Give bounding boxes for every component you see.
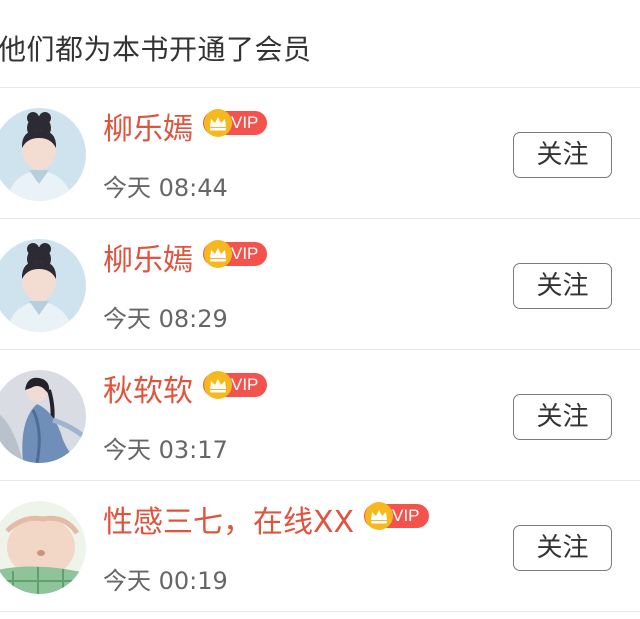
name-line: 性感三七，在线XX VIP — [103, 501, 429, 543]
avatar-icon — [0, 239, 86, 332]
crown-icon — [364, 501, 394, 531]
list-item[interactable]: 柳乐嫣 VIP 今天 08:29 关注 — [0, 219, 640, 350]
crown-icon — [203, 370, 233, 400]
join-time: 今天 08:29 — [103, 305, 228, 333]
follow-button[interactable]: 关注 — [513, 394, 612, 440]
member-list: 柳乐嫣 VIP 今天 08:44 关注 柳乐嫣 VIP 今天 08:29 关注 … — [0, 88, 640, 612]
follow-button[interactable]: 关注 — [513, 525, 612, 571]
vip-badge: VIP — [203, 239, 268, 269]
join-time: 今天 03:17 — [103, 436, 228, 464]
avatar[interactable] — [0, 370, 86, 463]
avatar[interactable] — [0, 501, 86, 594]
member-name[interactable]: 柳乐嫣 — [103, 110, 193, 150]
crown-icon — [203, 239, 233, 269]
vip-badge: VIP — [203, 370, 268, 400]
member-list-page: 他们都为本书开通了会员 柳乐嫣 VIP 今天 08:44 关注 柳乐嫣 VIP … — [0, 0, 640, 619]
list-item[interactable]: 性感三七，在线XX VIP 今天 00:19 关注 — [0, 481, 640, 612]
member-name[interactable]: 秋软软 — [103, 372, 193, 412]
vip-badge: VIP — [203, 108, 268, 138]
name-line: 柳乐嫣 VIP — [103, 239, 268, 281]
follow-button[interactable]: 关注 — [513, 263, 612, 309]
crown-icon — [203, 108, 233, 138]
member-name[interactable]: 性感三七，在线XX — [103, 503, 354, 543]
avatar[interactable] — [0, 239, 86, 332]
member-name[interactable]: 柳乐嫣 — [103, 241, 193, 281]
join-time: 今天 08:44 — [103, 174, 228, 202]
avatar-icon — [0, 108, 86, 201]
name-line: 柳乐嫣 VIP — [103, 108, 268, 150]
avatar-icon — [0, 370, 86, 463]
list-item[interactable]: 柳乐嫣 VIP 今天 08:44 关注 — [0, 88, 640, 219]
avatar[interactable] — [0, 108, 86, 201]
vip-badge: VIP — [364, 501, 429, 531]
list-item[interactable]: 秋软软 VIP 今天 03:17 关注 — [0, 350, 640, 481]
section-header: 他们都为本书开通了会员 — [0, 0, 640, 88]
avatar-icon — [0, 501, 86, 594]
join-time: 今天 00:19 — [103, 567, 228, 595]
follow-button[interactable]: 关注 — [513, 132, 612, 178]
name-line: 秋软软 VIP — [103, 370, 268, 412]
section-title: 他们都为本书开通了会员 — [0, 33, 312, 66]
